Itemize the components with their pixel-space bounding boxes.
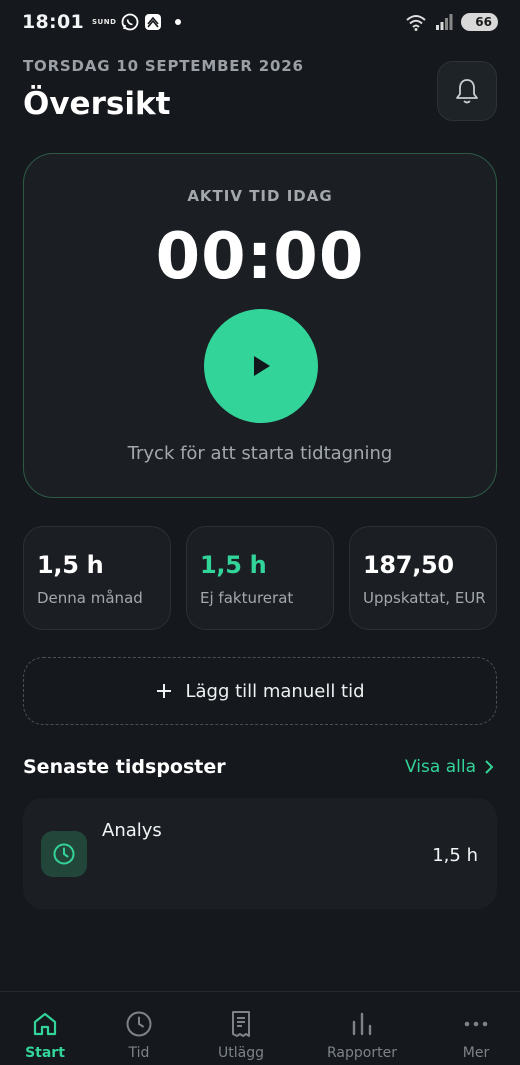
home-icon: [33, 1012, 57, 1036]
stat-value: 187,50: [363, 551, 454, 579]
stat-label: Uppskattat, EUR: [363, 589, 486, 607]
receipt-icon: [232, 1011, 250, 1037]
entry-hours: 1,5 h: [432, 845, 478, 866]
stat-card-unbilled: 1,5 h Ej fakturerat: [186, 526, 334, 630]
add-manual-time-button[interactable]: Lägg till manuell tid: [23, 657, 497, 725]
timer-value: 00:00: [155, 220, 365, 294]
bottom-nav: Start Tid Utlägg Rapporter Mer: [0, 991, 520, 1065]
nav-label: Start: [25, 1045, 65, 1061]
notification-icons: SUND: [91, 13, 182, 31]
chevron-right-icon: [485, 760, 494, 774]
nav-label: Rapporter: [327, 1045, 397, 1061]
date-label: TORSDAG 10 SEPTEMBER 2026: [23, 57, 304, 75]
wifi-icon: [406, 15, 426, 31]
app-icon: [145, 14, 162, 30]
entry-icon-box: [41, 831, 87, 877]
whatsapp-icon: [121, 13, 139, 31]
clock-icon: [126, 1011, 152, 1037]
stat-card-month: 1,5 h Denna månad: [23, 526, 171, 630]
entry-name: Analys: [102, 820, 162, 841]
nav-item-utlagg[interactable]: Utlägg: [189, 992, 293, 1065]
carrier-badge: SUND: [91, 18, 117, 26]
signal-icon: [436, 14, 453, 30]
stat-value: 1,5 h: [37, 551, 104, 579]
nav-item-tid[interactable]: Tid: [87, 992, 191, 1065]
stat-label: Denna månad: [37, 589, 143, 607]
stat-value: 1,5 h: [200, 551, 267, 579]
start-timer-button[interactable]: [204, 309, 318, 423]
clock-icon: [53, 843, 75, 865]
more-icon: [464, 1021, 488, 1027]
status-time: 18:01: [22, 11, 84, 33]
time-entry-row[interactable]: Analys 1,5 h: [23, 798, 497, 909]
page-title: Översikt: [23, 86, 171, 122]
notification-dot: [175, 19, 182, 25]
notifications-button[interactable]: [437, 61, 497, 121]
nav-label: Tid: [128, 1045, 150, 1061]
battery-indicator: 66: [461, 13, 498, 31]
add-manual-time-label: Lägg till manuell tid: [185, 680, 365, 702]
bell-icon: [456, 79, 478, 104]
nav-item-rapporter[interactable]: Rapporter: [310, 992, 414, 1065]
plus-icon: [157, 684, 172, 698]
recent-entries-title: Senaste tidsposter: [23, 756, 226, 778]
nav-item-start[interactable]: Start: [0, 992, 97, 1065]
nav-label: Utlägg: [218, 1045, 264, 1061]
stat-card-estimated: 187,50 Uppskattat, EUR: [349, 526, 497, 630]
nav-label: Mer: [462, 1045, 490, 1061]
timer-label: AKTIV TID IDAG: [187, 187, 333, 205]
status-bar: 18:01 SUND 66: [0, 0, 520, 44]
bar-chart-icon: [352, 1012, 372, 1036]
system-icons: 66: [405, 13, 498, 31]
timer-card: AKTIV TID IDAG 00:00 Tryck för att start…: [23, 153, 497, 498]
timer-hint: Tryck för att starta tidtagning: [127, 443, 393, 464]
see-all-label: Visa alla: [405, 757, 476, 777]
nav-item-mer[interactable]: Mer: [424, 992, 520, 1065]
stat-label: Ej fakturerat: [200, 589, 294, 607]
see-all-link[interactable]: Visa alla: [405, 757, 494, 777]
play-icon: [254, 356, 270, 376]
